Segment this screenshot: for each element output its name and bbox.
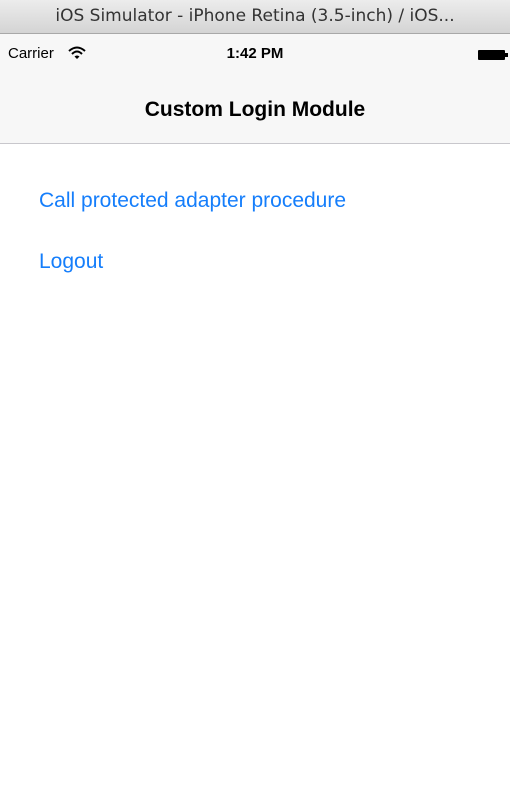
status-time: 1:42 PM [226,45,284,62]
call-protected-adapter-procedure-button[interactable]: Call protected adapter procedure [39,188,346,214]
status-bar: Carrier 1:42 PM [0,34,510,74]
window-title: iOS Simulator - iPhone Retina (3.5-inch)… [0,0,510,34]
simulator-window: iOS Simulator - iPhone Retina (3.5-inch)… [0,0,510,802]
nav-title: Custom Login Module [144,98,366,121]
navigation-bar: Custom Login Module [0,74,510,144]
main-content: Call protected adapter procedure Logout [0,144,510,802]
logout-button[interactable]: Logout [39,249,103,275]
battery-icon [478,50,508,60]
